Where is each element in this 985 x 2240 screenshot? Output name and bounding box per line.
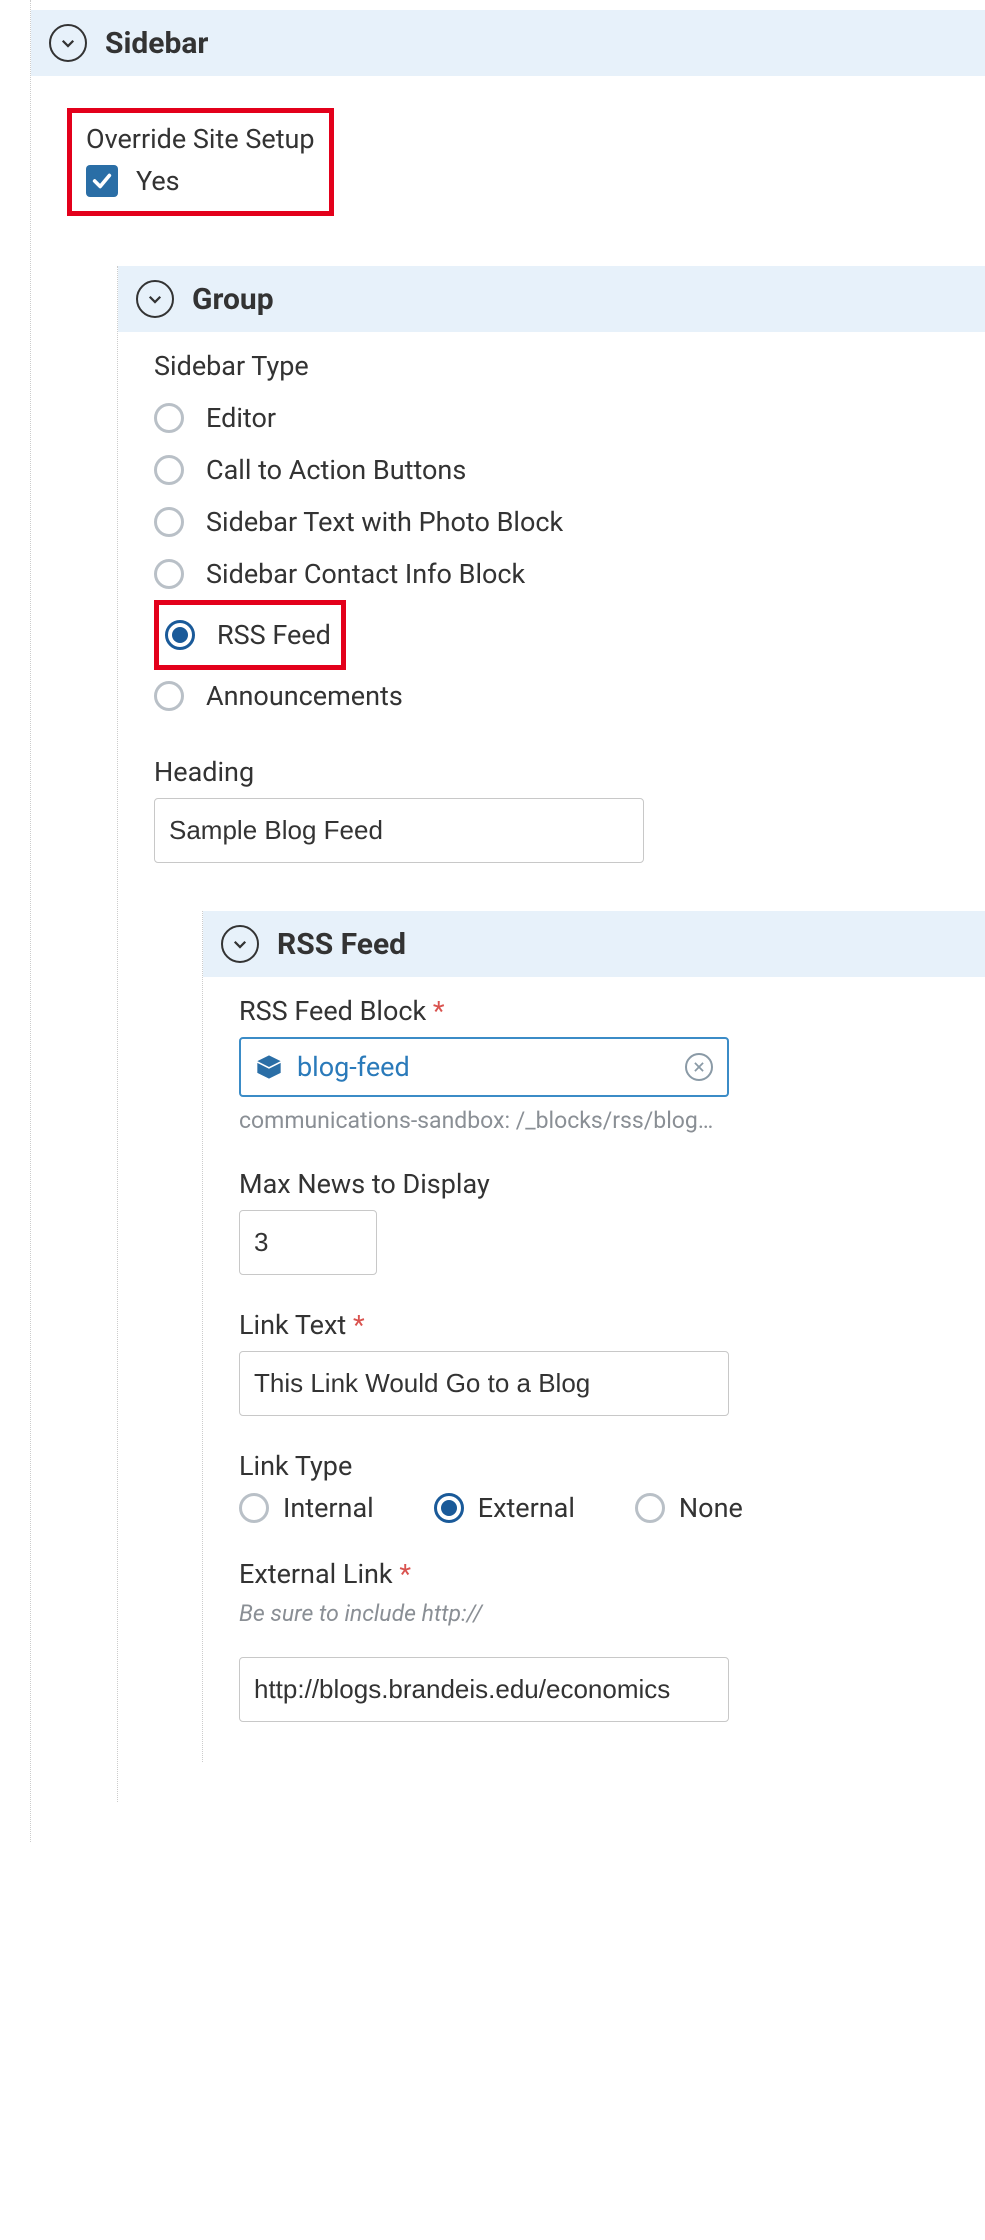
group-title: Group <box>192 282 274 317</box>
section-header-rss[interactable]: RSS Feed <box>203 911 985 977</box>
sidebar-type-label: Sidebar Type <box>154 350 985 382</box>
sidebar-title: Sidebar <box>105 26 208 61</box>
radio-cta[interactable] <box>154 455 184 485</box>
radio-editor-label: Editor <box>206 402 276 434</box>
rss-title: RSS Feed <box>277 927 406 962</box>
radio-rss[interactable] <box>165 620 195 650</box>
section-header-group[interactable]: Group <box>118 266 985 332</box>
external-link-label: External Link * <box>239 1558 985 1590</box>
radio-editor[interactable] <box>154 403 184 433</box>
chevron-down-icon <box>221 925 259 963</box>
link-text-label-text: Link Text <box>239 1309 346 1341</box>
link-text-input[interactable] <box>239 1351 729 1416</box>
external-link-hint: Be sure to include http:// <box>239 1600 985 1627</box>
radio-link-none-label: None <box>679 1492 743 1524</box>
cube-icon <box>255 1053 283 1081</box>
rss-block-value: blog-feed <box>297 1051 671 1083</box>
sidebar-type-radios: Editor Call to Action Buttons Sidebar Te… <box>154 392 985 722</box>
max-input[interactable] <box>239 1210 377 1275</box>
radio-link-external[interactable] <box>434 1493 464 1523</box>
rss-block-path: communications-sandbox: /_blocks/rss/blo… <box>239 1107 985 1134</box>
radio-rss-label: RSS Feed <box>217 619 331 651</box>
external-link-label-text: External Link <box>239 1558 393 1590</box>
radio-link-internal-label: Internal <box>283 1492 374 1524</box>
external-link-input[interactable] <box>239 1657 729 1722</box>
radio-link-internal[interactable] <box>239 1493 269 1523</box>
override-label: Override Site Setup <box>86 123 315 155</box>
required-star: * <box>353 1309 365 1341</box>
chevron-down-icon <box>49 24 87 62</box>
override-highlight: Override Site Setup Yes <box>67 108 334 216</box>
max-label: Max News to Display <box>239 1168 985 1200</box>
rss-block-picker[interactable]: blog-feed <box>239 1037 729 1097</box>
rss-highlight: RSS Feed <box>154 600 346 670</box>
clear-icon[interactable] <box>685 1053 713 1081</box>
radio-announcements-label: Announcements <box>206 680 403 712</box>
override-yes-label: Yes <box>136 165 180 197</box>
link-type-label: Link Type <box>239 1450 985 1482</box>
radio-photo[interactable] <box>154 507 184 537</box>
radio-cta-label: Call to Action Buttons <box>206 454 466 486</box>
rss-block-label-text: RSS Feed Block <box>239 995 426 1027</box>
radio-link-none[interactable] <box>635 1493 665 1523</box>
heading-input[interactable] <box>154 798 644 863</box>
radio-photo-label: Sidebar Text with Photo Block <box>206 506 563 538</box>
radio-contact-label: Sidebar Contact Info Block <box>206 558 525 590</box>
override-checkbox[interactable] <box>86 165 118 197</box>
link-text-label: Link Text * <box>239 1309 985 1341</box>
radio-contact[interactable] <box>154 559 184 589</box>
rss-block-label: RSS Feed Block * <box>239 995 985 1027</box>
radio-announcements[interactable] <box>154 681 184 711</box>
chevron-down-icon <box>136 280 174 318</box>
radio-link-external-label: External <box>478 1492 575 1524</box>
section-header-sidebar[interactable]: Sidebar <box>31 10 985 76</box>
required-star: * <box>433 995 445 1027</box>
required-star: * <box>399 1558 411 1590</box>
heading-label: Heading <box>154 756 985 788</box>
